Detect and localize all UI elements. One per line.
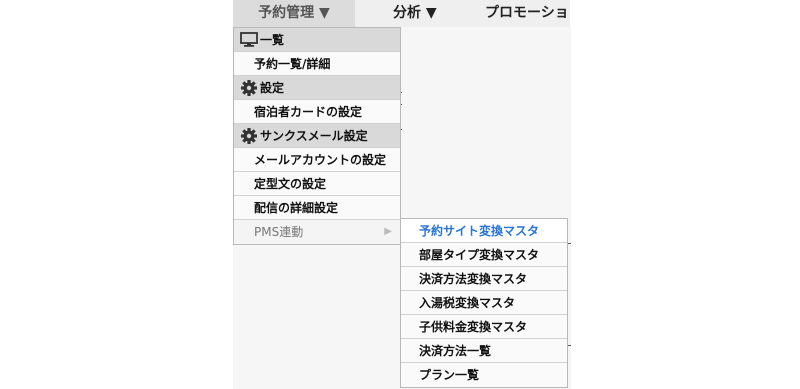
nav-tab-label: 予約管理 ▼	[258, 5, 330, 21]
nav-tab-label: プロモーショ	[485, 5, 569, 21]
menu-item-label: 予約一覧/詳細	[254, 57, 331, 71]
submenu-item-label: 部屋タイプ変換マスタ	[419, 248, 540, 262]
submenu-item-child-fee-mapping[interactable]: 子供料金変換マスタ	[401, 315, 567, 339]
gear-icon	[241, 80, 257, 96]
menu-header-list: 一覧	[234, 28, 400, 52]
menu-header-label: サンクスメール設定	[260, 129, 368, 143]
pms-submenu: 予約サイト変換マスタ 部屋タイプ変換マスタ 決済方法変換マスタ 入湯税変換マスタ…	[400, 218, 568, 388]
nav-tab-analysis[interactable]: 分析 ▼	[393, 0, 438, 27]
menu-item-template-settings[interactable]: 定型文の設定	[234, 172, 400, 196]
submenu-item-bath-tax-mapping[interactable]: 入湯税変換マスタ	[401, 291, 567, 315]
submenu-item-label: 決済方法変換マスタ	[419, 272, 528, 286]
menu-item-reservation-list[interactable]: 予約一覧/詳細	[234, 52, 400, 76]
nav-tab-label: 分析 ▼	[393, 5, 437, 21]
monitor-icon	[240, 32, 258, 47]
menu-item-mail-account-settings[interactable]: メールアカウントの設定	[234, 148, 400, 172]
gear-icon	[241, 128, 257, 144]
submenu-item-label: 決済方法一覧	[419, 344, 492, 358]
submenu-item-label: 入湯税変換マスタ	[419, 296, 516, 310]
submenu-item-room-type-mapping[interactable]: 部屋タイプ変換マスタ	[401, 243, 567, 267]
submenu-item-payment-method-list[interactable]: 決済方法一覧	[401, 339, 567, 363]
nav-tab-reservation-management[interactable]: 予約管理 ▼	[233, 0, 355, 27]
menu-item-pms-integration[interactable]: PMS連動 ▶	[234, 220, 400, 244]
submenu-item-label: 予約サイト変換マスタ	[419, 224, 540, 238]
menu-item-label: メールアカウントの設定	[254, 153, 387, 167]
top-navigation: 予約管理 ▼ 分析 ▼ プロモーショ	[233, 0, 570, 27]
menu-header-label: 設定	[260, 81, 285, 95]
reservation-dropdown-menu: 一覧 予約一覧/詳細 設定 宿泊者カードの設定 サンクスメール設定 メールアカウ…	[233, 27, 401, 245]
submenu-item-plan-list[interactable]: プラン一覧	[401, 363, 567, 387]
menu-header-label: 一覧	[260, 33, 285, 47]
background-artifact	[568, 243, 571, 244]
menu-header-settings: 設定	[234, 76, 400, 100]
menu-item-guest-card-settings[interactable]: 宿泊者カードの設定	[234, 100, 400, 124]
submenu-item-label: プラン一覧	[419, 368, 480, 382]
nav-tab-promotion[interactable]: プロモーショ	[485, 0, 570, 27]
submenu-item-booking-site-mapping[interactable]: 予約サイト変換マスタ	[401, 219, 567, 243]
submenu-item-payment-method-mapping[interactable]: 決済方法変換マスタ	[401, 267, 567, 291]
submenu-arrow-icon: ▶	[384, 226, 392, 237]
menu-item-delivery-detail-settings[interactable]: 配信の詳細設定	[234, 196, 400, 220]
menu-item-label: 宿泊者カードの設定	[254, 105, 363, 119]
menu-item-label: PMS連動	[254, 225, 304, 239]
menu-item-label: 配信の詳細設定	[254, 201, 339, 215]
menu-item-label: 定型文の設定	[254, 177, 327, 191]
submenu-item-label: 子供料金変換マスタ	[419, 320, 528, 334]
background-artifact	[568, 345, 571, 346]
menu-header-thanks-mail-settings: サンクスメール設定	[234, 124, 400, 148]
